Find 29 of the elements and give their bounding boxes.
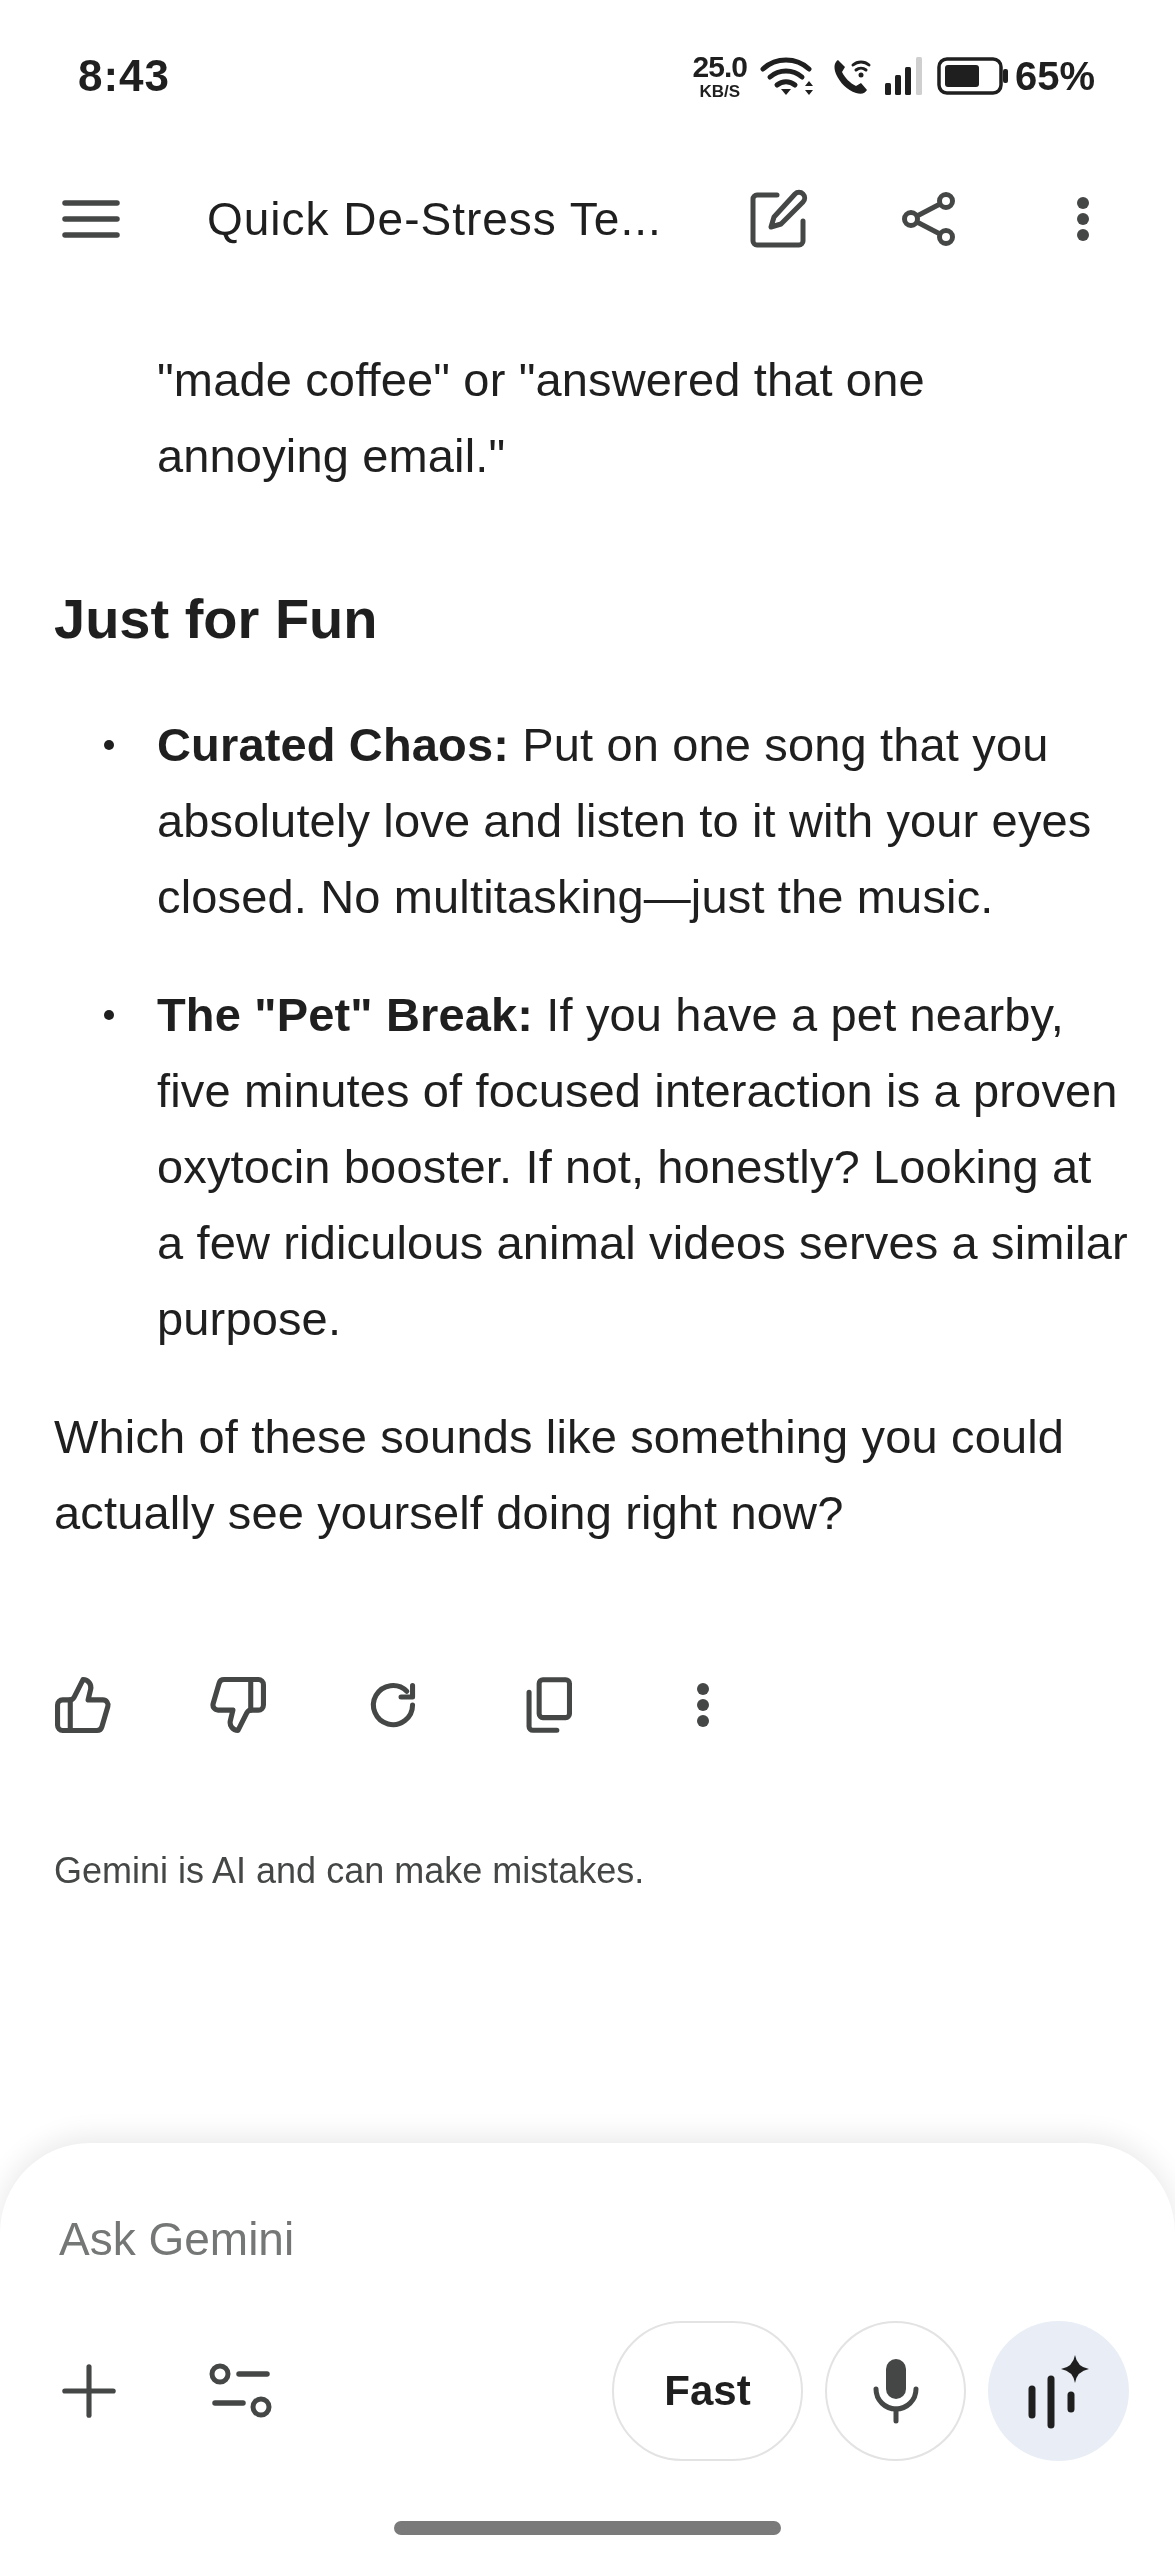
list-item-text: The "Pet" Break: If you have a pet nearby, five minutes of focused interaction is a proven oxytocin booster. If not, honestly? Looking at a few ridiculous animal videos serves a similar purpose. <box>157 987 1129 1347</box>
more-options-icon[interactable] <box>696 1682 710 1728</box>
battery-percent: 65% <box>1014 53 1095 99</box>
refresh-icon[interactable] <box>370 1682 416 1728</box>
menu-icon[interactable] <box>62 199 120 239</box>
list-item-text: Curated Chaos: Put on one song that you absolutely love and listen to it with your eyes closed. No multitasking—just the music. <box>157 717 1093 925</box>
edit-icon[interactable] <box>750 190 808 248</box>
tune-icon[interactable] <box>209 2363 273 2419</box>
microphone-icon <box>872 2359 919 2423</box>
thumbs-down-icon[interactable] <box>209 1677 267 1733</box>
more-options-icon[interactable] <box>1076 196 1090 242</box>
battery-icon <box>936 57 1009 95</box>
paragraph: Which of these sounds like something you could actually see yourself doing right now? <box>54 1409 1066 1541</box>
network-speed: 25.0 <box>692 52 747 82</box>
fast-mode-button[interactable]: Fast <box>612 2321 803 2461</box>
disclaimer-text: Gemini is AI and can make mistakes. <box>54 1851 646 1891</box>
list-item-text: "made coffee" or "answered that one annoying email." <box>156 352 926 484</box>
bullet-icon <box>104 740 114 750</box>
network-speed-unit: KB/S <box>699 83 741 100</box>
plus-icon[interactable] <box>62 2364 116 2418</box>
clock-time: 8:43 <box>78 51 171 101</box>
bullet-icon <box>104 1010 114 1020</box>
signal-icon <box>884 57 923 95</box>
section-heading: Just for Fun <box>54 586 379 652</box>
share-icon[interactable] <box>902 192 956 246</box>
thumbs-up-icon[interactable] <box>54 1677 112 1733</box>
copy-icon[interactable] <box>524 1677 572 1733</box>
chat-title: Quick De-Stress Te... <box>207 192 663 246</box>
prompt-input[interactable]: Ask Gemini <box>46 2203 1129 2275</box>
